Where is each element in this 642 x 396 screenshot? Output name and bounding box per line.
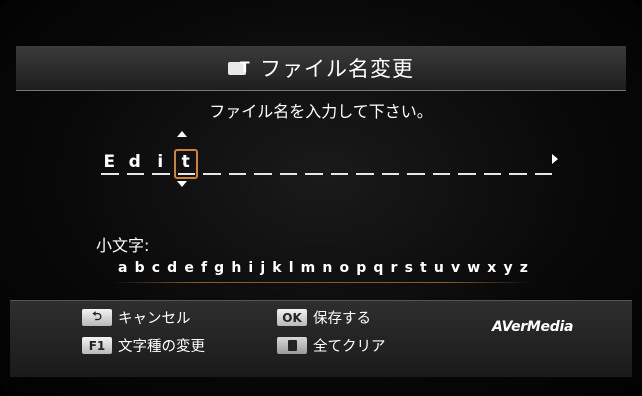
- character-option[interactable]: y: [503, 260, 512, 276]
- case-label: 小文字:: [96, 236, 150, 255]
- character-option[interactable]: z: [520, 260, 528, 276]
- cancel-label: キャンセル: [118, 311, 191, 327]
- scroll-right-icon[interactable]: [552, 154, 558, 164]
- filename-char-slot[interactable]: [381, 149, 399, 179]
- filename-char-slot[interactable]: i: [152, 149, 170, 179]
- character-option[interactable]: o: [339, 260, 349, 276]
- slot-underline: [458, 173, 476, 175]
- slot-underline: [254, 173, 272, 175]
- character-option[interactable]: r: [391, 260, 398, 276]
- slot-underline: [509, 173, 527, 175]
- change-type-button[interactable]: F1 文字種の変更: [82, 335, 205, 356]
- filename-char-slot[interactable]: [279, 149, 297, 179]
- f1-key-icon: F1: [82, 337, 112, 354]
- character-option[interactable]: g: [214, 260, 224, 276]
- character-option[interactable]: c: [152, 260, 160, 276]
- slot-underline: [228, 173, 246, 175]
- ok-key-icon: OK: [277, 309, 307, 326]
- character-option[interactable]: n: [322, 260, 332, 276]
- filename-char-slot[interactable]: [509, 149, 527, 179]
- change-type-label: 文字種の変更: [118, 339, 205, 355]
- filename-char: i: [157, 152, 165, 172]
- slot-underline: [177, 173, 195, 175]
- filename-char-slot[interactable]: [534, 149, 552, 179]
- filename-char-slot[interactable]: [203, 149, 221, 179]
- character-option[interactable]: w: [467, 260, 480, 276]
- character-option[interactable]: e: [184, 260, 194, 276]
- divider: [112, 282, 532, 283]
- filename-char-slot[interactable]: [407, 149, 425, 179]
- filename-char: t: [181, 152, 191, 172]
- brand-logo: AVerMedia: [492, 319, 574, 335]
- slot-underline: [305, 173, 323, 175]
- character-option[interactable]: d: [167, 260, 177, 276]
- title-bar: T ファイル名変更: [16, 46, 626, 91]
- file-rename-icon: T: [228, 59, 250, 77]
- character-option[interactable]: t: [420, 260, 427, 276]
- filename-input[interactable]: Edit: [101, 143, 560, 179]
- slot-underline: [279, 173, 297, 175]
- slot-underline: [534, 173, 552, 175]
- character-option[interactable]: l: [289, 260, 294, 276]
- cancel-button[interactable]: ⮌ キャンセル: [82, 307, 191, 328]
- character-option[interactable]: a: [118, 260, 127, 276]
- caret-up-icon[interactable]: [177, 131, 187, 137]
- input-prompt: ファイル名を入力して下さい。: [209, 102, 433, 121]
- filename-char-slot[interactable]: [305, 149, 323, 179]
- character-option[interactable]: x: [487, 260, 496, 276]
- clear-all-button[interactable]: 全てクリア: [277, 335, 386, 356]
- filename-char-slot[interactable]: [483, 149, 501, 179]
- slot-underline: [356, 173, 374, 175]
- filename-char-slot[interactable]: [458, 149, 476, 179]
- character-selector[interactable]: abcdefghijklmnopqrstuvwxyz: [118, 260, 528, 276]
- character-option[interactable]: q: [373, 260, 383, 276]
- character-option[interactable]: i: [248, 260, 253, 276]
- filename-char-slot[interactable]: [356, 149, 374, 179]
- return-icon: ⮌: [82, 309, 112, 326]
- character-option[interactable]: f: [201, 260, 207, 276]
- filename-char-slot[interactable]: [432, 149, 450, 179]
- slot-underline: [152, 173, 170, 175]
- character-option[interactable]: h: [231, 260, 241, 276]
- character-option[interactable]: k: [272, 260, 281, 276]
- slot-underline: [330, 173, 348, 175]
- character-option[interactable]: u: [434, 260, 444, 276]
- character-option[interactable]: m: [301, 260, 316, 276]
- character-option[interactable]: b: [135, 260, 145, 276]
- character-option[interactable]: p: [356, 260, 366, 276]
- caret-down-icon[interactable]: [177, 181, 187, 187]
- clear-all-label: 全てクリア: [313, 339, 386, 355]
- filename-char-slot[interactable]: [254, 149, 272, 179]
- filename-char-slot[interactable]: t: [173, 149, 198, 179]
- filename-char-slot[interactable]: E: [101, 149, 119, 179]
- filename-char-slot[interactable]: [330, 149, 348, 179]
- character-option[interactable]: v: [451, 260, 460, 276]
- character-option[interactable]: s: [405, 260, 413, 276]
- filename-char: d: [128, 152, 142, 172]
- slot-underline: [101, 173, 119, 175]
- filename-char-slot[interactable]: [228, 149, 246, 179]
- slot-underline: [407, 173, 425, 175]
- slot-underline: [126, 173, 144, 175]
- save-label: 保存する: [313, 311, 371, 327]
- screen: T ファイル名変更 ファイル名を入力して下さい。 Edit 小文字: abcde…: [0, 0, 642, 396]
- save-button[interactable]: OK 保存する: [277, 307, 371, 328]
- slot-underline: [483, 173, 501, 175]
- page-title: ファイル名変更: [260, 57, 414, 81]
- footer-help-bar: ⮌ キャンセル OK 保存する F1 文字種の変更 全てクリア AVerMedi…: [10, 300, 632, 377]
- slot-underline: [203, 173, 221, 175]
- stop-key-icon: [277, 337, 307, 354]
- slot-underline: [381, 173, 399, 175]
- filename-char: E: [103, 152, 117, 172]
- slot-underline: [432, 173, 450, 175]
- filename-char-slot[interactable]: d: [126, 149, 144, 179]
- character-option[interactable]: j: [260, 260, 265, 276]
